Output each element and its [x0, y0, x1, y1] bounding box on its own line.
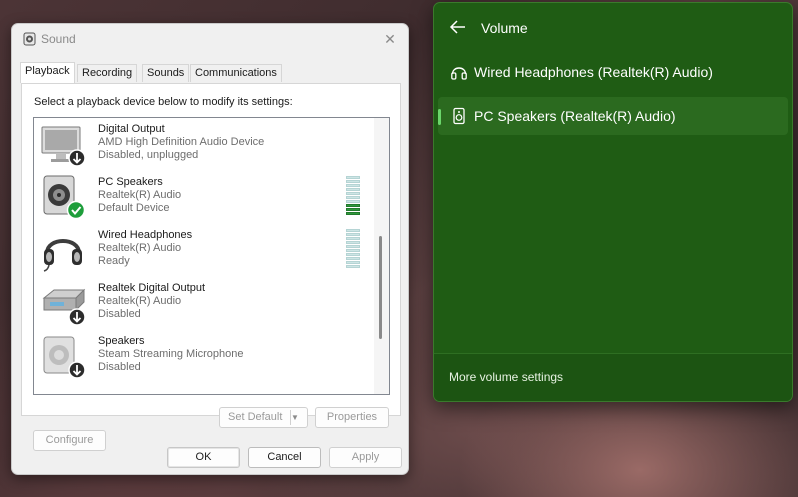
device-list[interactable]: Digital Output AMD High Definition Audio… [33, 117, 390, 395]
device-name: Realtek Digital Output [98, 282, 205, 294]
set-default-label: Set Default [228, 411, 283, 423]
speaker-icon [453, 107, 465, 125]
digital-output-icon [42, 288, 86, 326]
configure-button[interactable]: Configure [33, 430, 106, 451]
properties-button[interactable]: Properties [315, 407, 389, 428]
device-driver: Realtek(R) Audio [98, 242, 182, 254]
device-status: Disabled [98, 361, 141, 373]
back-arrow-icon[interactable] [448, 17, 468, 37]
headphones-icon [43, 239, 82, 272]
scrollbar-thumb[interactable] [379, 236, 382, 339]
device-name: PC Speakers [98, 176, 163, 188]
tab-playback[interactable]: Playback [20, 62, 75, 83]
window-title: Sound [41, 32, 76, 46]
tab-communications[interactable]: Communications [190, 64, 282, 82]
device-status: Disabled, unplugged [98, 149, 199, 161]
ok-button[interactable]: OK [167, 447, 240, 468]
headphones-icon [451, 67, 467, 80]
tab-recording[interactable]: Recording [77, 64, 138, 82]
device-driver: Realtek(R) Audio [98, 189, 182, 201]
device-driver: AMD High Definition Audio Device [98, 136, 265, 148]
default-check-icon [66, 200, 86, 220]
device-item-digital-output[interactable]: Digital Output AMD High Definition Audio… [34, 118, 374, 171]
device-status: Default Device [98, 202, 170, 214]
output-device-wired-headphones[interactable]: Wired Headphones (Realtek(R) Audio) [438, 53, 788, 91]
tab-sounds[interactable]: Sounds [142, 64, 190, 82]
cancel-button[interactable]: Cancel [248, 447, 321, 468]
monitor-icon [41, 126, 86, 167]
device-item-wired-headphones[interactable]: Wired Headphones Realtek(R) Audio Ready [34, 224, 374, 277]
device-item-pc-speakers[interactable]: PC Speakers Realtek(R) Audio Default Dev… [34, 171, 374, 224]
instruction-text: Select a playback device below to modify… [34, 96, 293, 108]
speaker-app-icon [23, 32, 36, 46]
flyout-title: Volume [481, 20, 528, 36]
output-device-label: Wired Headphones (Realtek(R) Audio) [474, 64, 713, 80]
device-item-speakers[interactable]: Speakers Steam Streaming Microphone Disa… [34, 330, 374, 383]
more-volume-settings-link[interactable]: More volume settings [449, 370, 563, 384]
speaker-icon [43, 336, 86, 379]
chevron-down-icon[interactable]: ▼ [291, 408, 305, 427]
device-name: Wired Headphones [98, 229, 193, 241]
output-device-pc-speakers[interactable]: PC Speakers (Realtek(R) Audio) [438, 97, 788, 135]
playback-panel: Select a playback device below to modify… [21, 83, 401, 451]
device-status: Disabled [98, 308, 141, 320]
apply-button[interactable]: Apply [329, 447, 402, 468]
device-item-realtek-digital-output[interactable]: Realtek Digital Output Realtek(R) Audio … [34, 277, 374, 330]
device-list-scrollbar[interactable] [374, 118, 389, 394]
level-meter [346, 229, 360, 271]
device-name: Digital Output [98, 123, 165, 135]
speaker-icon [43, 175, 86, 220]
selection-indicator [438, 109, 441, 125]
sound-dialog: Sound ✕ Playback Recording Sounds Commun… [11, 23, 409, 475]
set-default-button[interactable]: Set Default ▼ [219, 407, 308, 428]
title-bar[interactable]: Sound ✕ [12, 24, 408, 54]
device-name: Speakers [98, 335, 145, 347]
device-driver: Steam Streaming Microphone [98, 348, 244, 360]
level-meter [346, 176, 360, 218]
output-device-label: PC Speakers (Realtek(R) Audio) [474, 108, 676, 124]
close-button[interactable]: ✕ [378, 28, 402, 50]
device-status: Ready [98, 255, 130, 267]
device-driver: Realtek(R) Audio [98, 295, 182, 307]
flyout-footer: More volume settings [434, 353, 792, 401]
volume-flyout: Volume Wired Headphones (Realtek(R) Audi… [433, 2, 793, 402]
